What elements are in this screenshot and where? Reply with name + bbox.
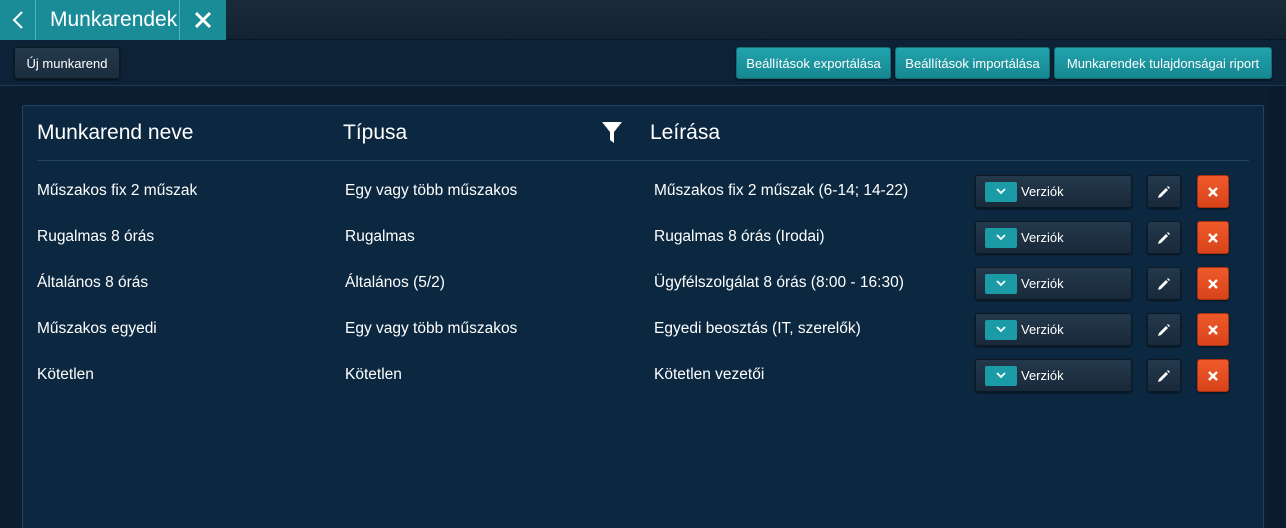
pencil-icon bbox=[1158, 231, 1170, 244]
row-2-name: Rugalmas 8 órás bbox=[37, 228, 155, 245]
row-4-delete-button[interactable] bbox=[1197, 313, 1229, 346]
row-1-delete-button[interactable] bbox=[1197, 175, 1229, 208]
row-5-name: Kötetlen bbox=[37, 366, 94, 383]
row-1-description: Műszakos fix 2 műszak (6-14; 14-22) bbox=[654, 182, 909, 199]
row-3-name: Általános 8 órás bbox=[37, 274, 149, 291]
row-4-description: Egyedi beosztás (IT, szerelők) bbox=[654, 320, 861, 337]
new-work-schedule-button[interactable]: Új munkarend bbox=[14, 47, 120, 79]
header-name[interactable]: Munkarend neve bbox=[37, 118, 193, 148]
tab-munkarendek[interactable]: Munkarendek bbox=[0, 0, 226, 40]
close-icon bbox=[194, 11, 212, 29]
versions-label: Verziók bbox=[1021, 184, 1064, 199]
row-2-delete-button[interactable] bbox=[1197, 221, 1229, 254]
delete-x-icon bbox=[1208, 232, 1218, 243]
row-3-delete-button[interactable] bbox=[1197, 267, 1229, 300]
row-5-versions-dropdown[interactable]: Verziók bbox=[975, 359, 1132, 392]
row-3-type: Általános (5/2) bbox=[345, 274, 445, 291]
close-tab-button[interactable] bbox=[180, 0, 226, 40]
row-5-type: Kötetlen bbox=[345, 366, 402, 383]
delete-x-icon bbox=[1208, 324, 1218, 335]
filter-icon[interactable] bbox=[601, 121, 623, 145]
import-settings-button[interactable]: Beállítások importálása bbox=[895, 47, 1050, 79]
chevron-left-icon bbox=[12, 11, 23, 29]
versions-label: Verziók bbox=[1021, 276, 1064, 291]
row-3-description: Ügyfélszolgálat 8 órás (8:00 - 16:30) bbox=[654, 274, 904, 291]
header-type[interactable]: Típusa bbox=[343, 118, 407, 148]
row-5-description: Kötetlen vezetői bbox=[654, 366, 765, 383]
row-4-type: Egy vagy több műszakos bbox=[345, 320, 518, 337]
row-2-edit-button[interactable] bbox=[1147, 221, 1181, 254]
delete-x-icon bbox=[1208, 370, 1218, 381]
side-strip bbox=[1270, 86, 1286, 528]
toolbar: Új munkarend Beállítások exportálása Beá… bbox=[0, 40, 1286, 86]
row-4-versions-dropdown[interactable]: Verziók bbox=[975, 313, 1132, 346]
row-2-description: Rugalmas 8 órás (Irodai) bbox=[654, 228, 825, 245]
row-3-edit-button[interactable] bbox=[1147, 267, 1181, 300]
pencil-icon bbox=[1158, 277, 1170, 290]
pencil-icon bbox=[1158, 323, 1170, 336]
versions-label: Verziók bbox=[1021, 230, 1064, 245]
properties-report-button[interactable]: Munkarendek tulajdonságai riport bbox=[1054, 47, 1272, 79]
chevron-down-icon bbox=[985, 181, 1017, 202]
versions-label: Verziók bbox=[1021, 368, 1064, 383]
versions-label: Verziók bbox=[1021, 322, 1064, 337]
chevron-down-icon bbox=[985, 319, 1017, 340]
pencil-icon bbox=[1158, 369, 1170, 382]
row-2-type: Rugalmas bbox=[345, 228, 415, 245]
delete-x-icon bbox=[1208, 278, 1218, 289]
header-description[interactable]: Leírása bbox=[650, 118, 720, 148]
chevron-down-icon bbox=[985, 227, 1017, 248]
row-1-type: Egy vagy több műszakos bbox=[345, 182, 518, 199]
export-settings-button[interactable]: Beállítások exportálása bbox=[736, 47, 891, 79]
row-3-versions-dropdown[interactable]: Verziók bbox=[975, 267, 1132, 300]
pencil-icon bbox=[1158, 185, 1170, 198]
chevron-down-icon bbox=[985, 365, 1017, 386]
row-5-delete-button[interactable] bbox=[1197, 359, 1229, 392]
tab-title: Munkarendek bbox=[36, 0, 180, 40]
row-1-versions-dropdown[interactable]: Verziók bbox=[975, 175, 1132, 208]
row-4-edit-button[interactable] bbox=[1147, 313, 1181, 346]
row-1-edit-button[interactable] bbox=[1147, 175, 1181, 208]
row-2-versions-dropdown[interactable]: Verziók bbox=[975, 221, 1132, 254]
back-button[interactable] bbox=[0, 0, 36, 40]
top-bar: Munkarendek bbox=[0, 0, 1286, 40]
delete-x-icon bbox=[1208, 186, 1218, 197]
row-1-name: Műszakos fix 2 műszak bbox=[37, 182, 198, 199]
row-4-name: Műszakos egyedi bbox=[37, 320, 157, 337]
row-5-edit-button[interactable] bbox=[1147, 359, 1181, 392]
header-divider bbox=[37, 160, 1249, 161]
chevron-down-icon bbox=[985, 273, 1017, 294]
